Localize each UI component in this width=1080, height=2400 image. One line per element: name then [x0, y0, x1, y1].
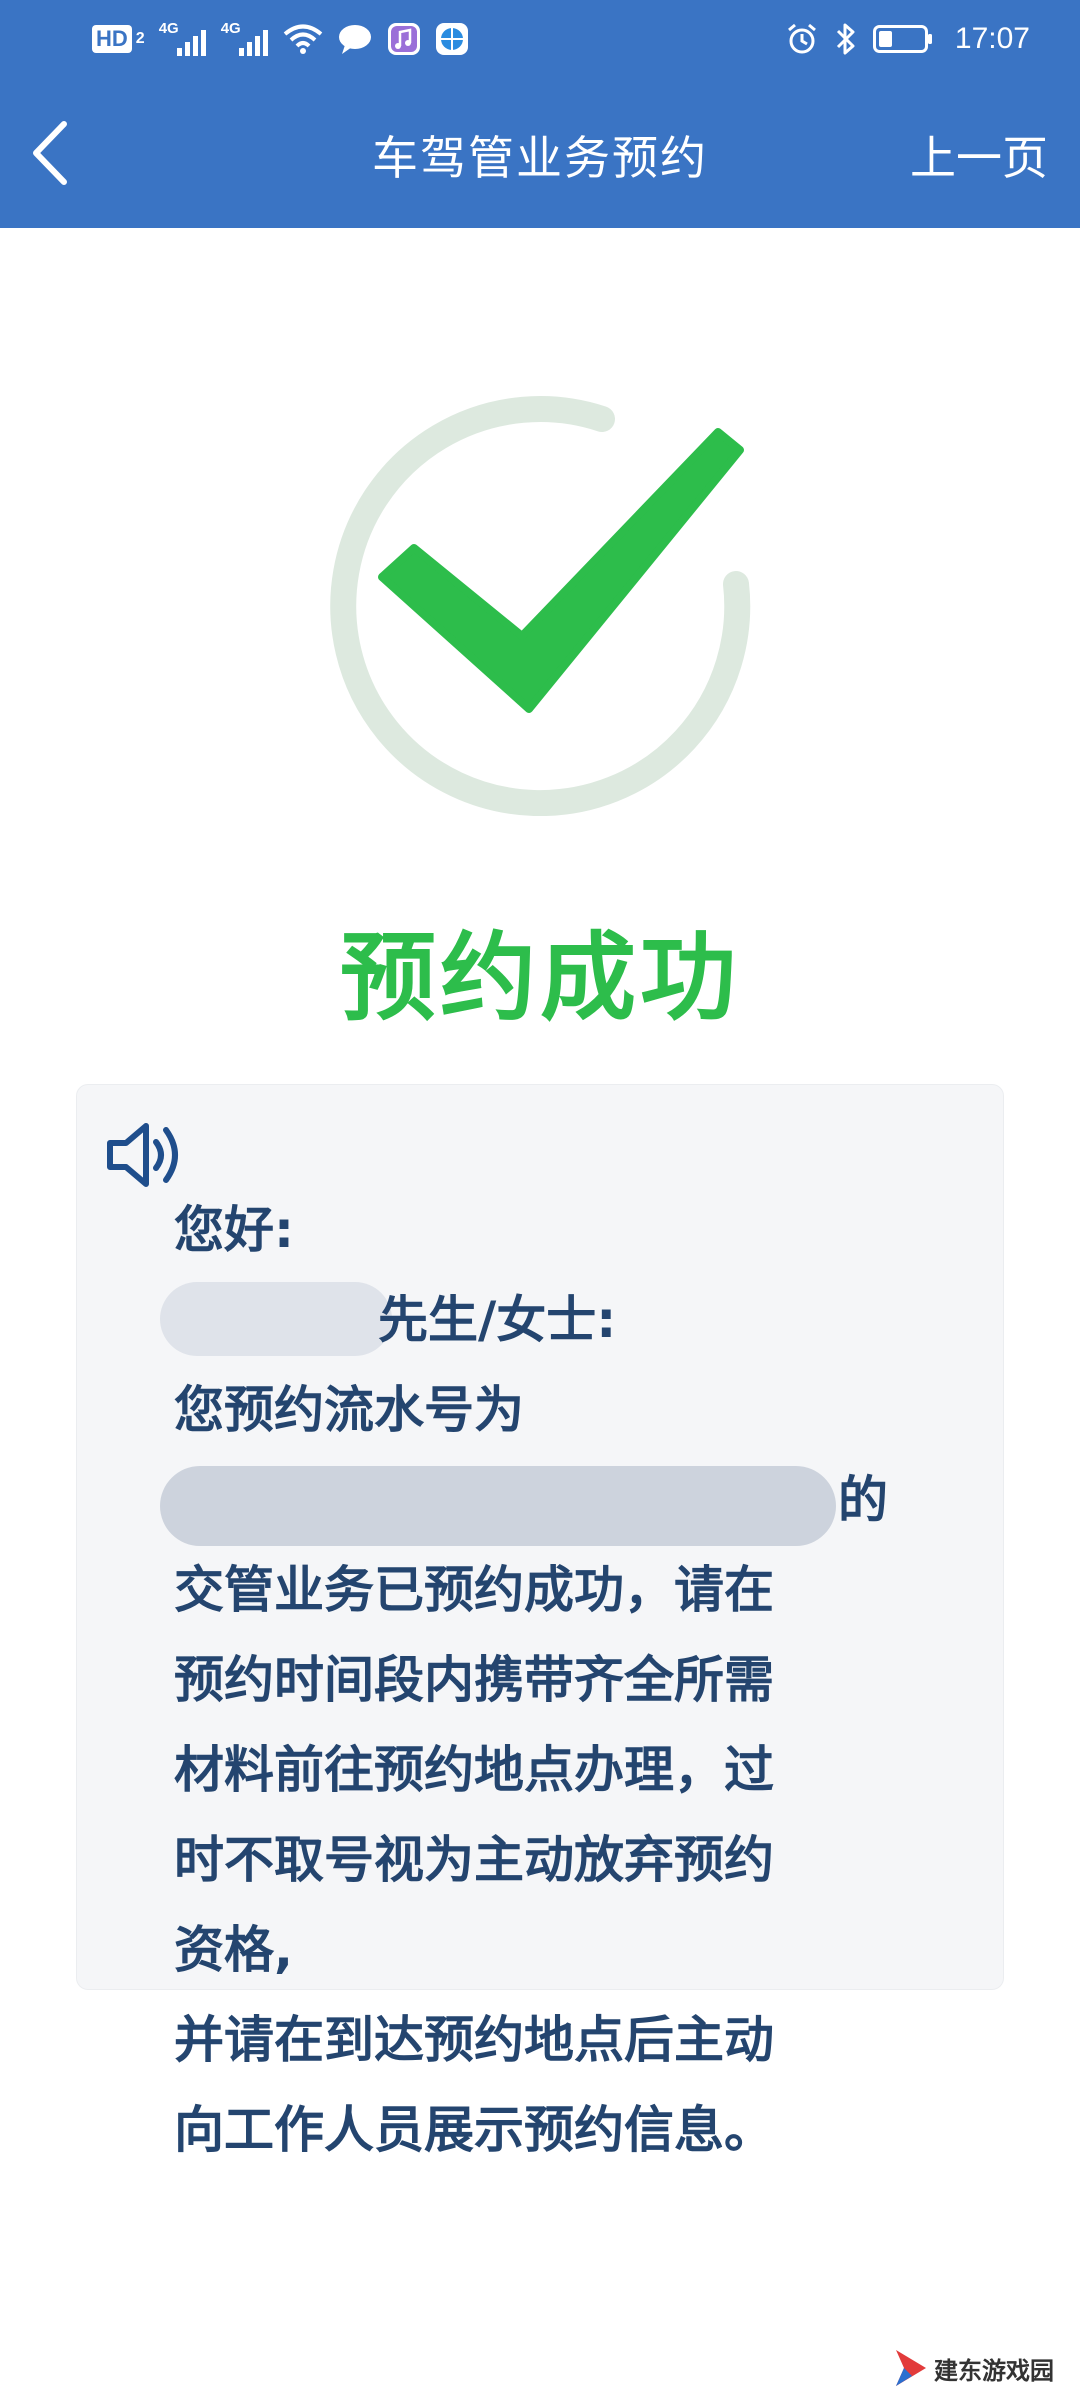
message-line: 并请在到达预约地点后主动 [174, 2011, 774, 2069]
success-check-icon [330, 396, 751, 816]
greeting-text: 您好: [174, 1201, 294, 1259]
watermark-logo-icon [896, 2350, 926, 2386]
salutation-text: 先生/女士: [378, 1291, 617, 1349]
message-line: 向工作人员展示预约信息。 [174, 2101, 774, 2159]
alarm-icon [787, 23, 816, 54]
speaker-icon[interactable] [104, 1118, 184, 1192]
redacted-serial-number [160, 1466, 836, 1546]
message-bubble-icon [338, 25, 371, 54]
status-time: 17:07 [954, 22, 1030, 55]
watermark: 建东游戏园 [894, 2348, 1054, 2388]
nav-bar: 车驾管业务预约 上一页 [0, 78, 1080, 228]
browser-app-icon [435, 23, 468, 55]
network-type-label: 4G [158, 20, 179, 37]
redacted-name [160, 1282, 392, 1356]
message-line: 预约时间段内携带齐全所需 [174, 1651, 774, 1709]
serial-suffix-text: 的 [838, 1471, 888, 1529]
status-left-group: HD 2 4G 4G [92, 18, 469, 60]
signal-icon: 4G [158, 20, 207, 56]
success-title: 预约成功 [340, 922, 740, 1034]
status-right-group: 17:07 [785, 18, 1030, 60]
hd-sim-number: 2 [135, 30, 145, 47]
bluetooth-icon [836, 23, 855, 55]
previous-page-button[interactable]: 上一页 [910, 122, 1048, 188]
battery-icon [872, 25, 932, 53]
message-line: 时不取号视为主动放弃预约 [174, 1831, 774, 1889]
wifi-icon [283, 24, 322, 54]
serial-intro-text: 您预约流水号为 [174, 1381, 524, 1439]
music-app-icon [387, 23, 420, 55]
message-line: 材料前往预约地点办理，过 [174, 1741, 774, 1799]
signal-icon: 4G [220, 20, 269, 56]
network-type-label: 4G [220, 20, 241, 37]
watermark-text: 建东游戏园 [934, 2356, 1054, 2385]
hd-voice-badge: HD [92, 25, 132, 53]
message-line: 资格, [174, 1921, 293, 1979]
message-line: 交管业务已预约成功，请在 [174, 1561, 774, 1619]
status-bar: HD 2 4G 4G 17:07 [0, 0, 1080, 78]
